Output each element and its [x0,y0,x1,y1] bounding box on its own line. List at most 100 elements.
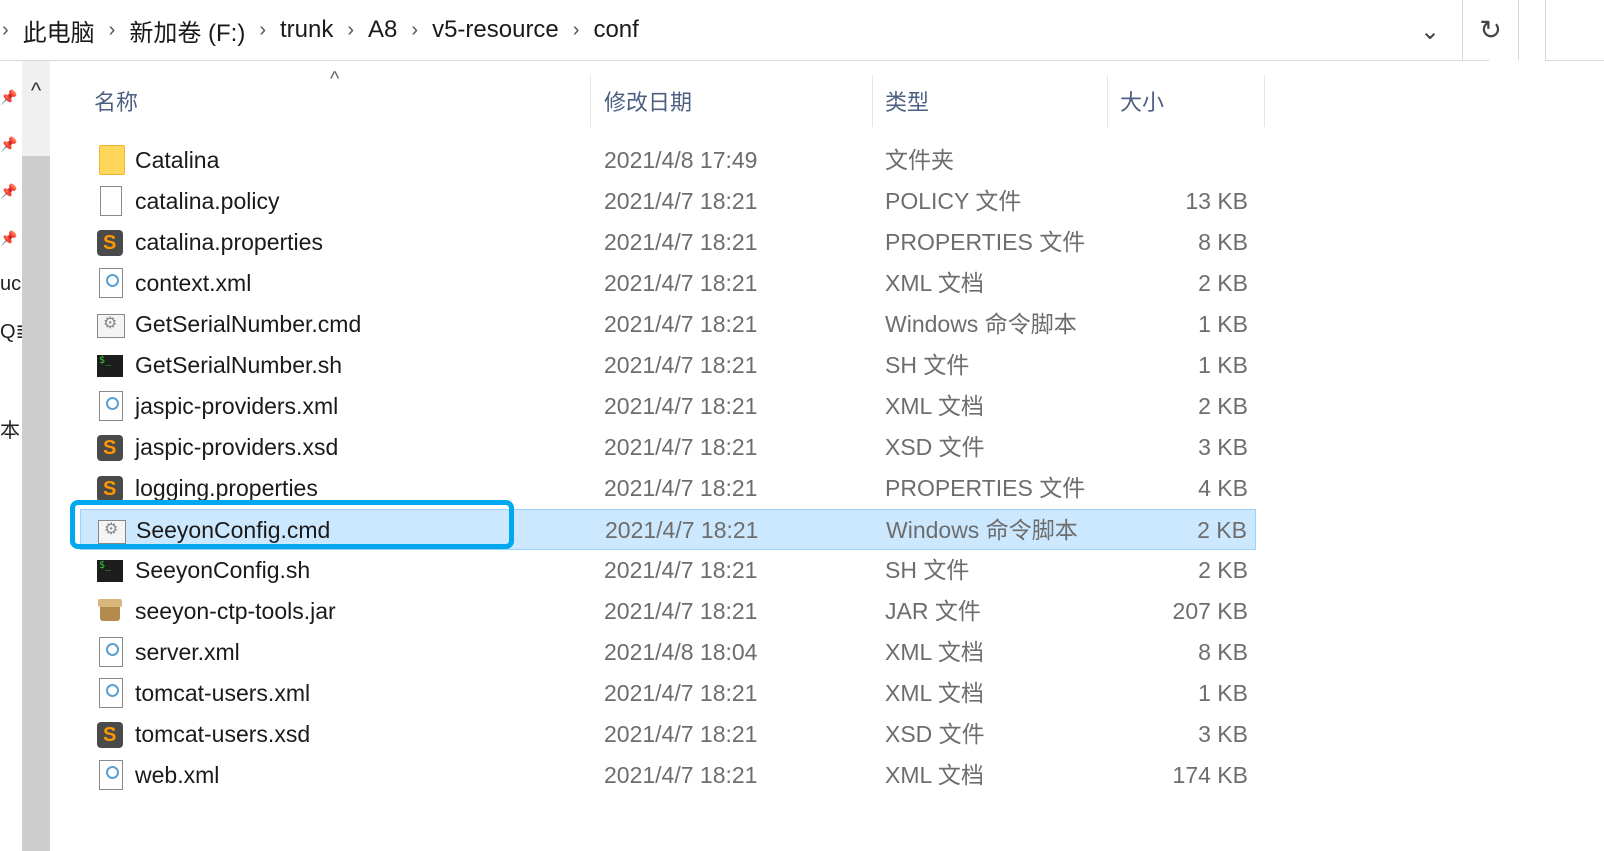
pin-icon[interactable]: 📌 [0,89,17,105]
address-bar[interactable]: › 此电脑 › 新加卷 (F:) › trunk › A8 › v5-resource › conf … [0,0,1489,61]
chevron-right-icon[interactable]: › [109,19,116,42]
file-name: Catalina [135,147,220,173]
file-type: Windows 命令脚本 [886,517,1078,543]
file-date: 2021/4/8 18:04 [604,639,758,665]
file-size: 1 KB [1198,680,1248,706]
nav-scrollbar-thumb[interactable] [22,156,50,851]
file-type: SH 文件 [885,557,970,583]
column-divider[interactable] [590,75,591,127]
jar-file-icon [96,597,124,625]
column-divider[interactable] [1264,75,1265,127]
highlight-annotation [70,500,514,549]
file-type: XML 文档 [885,270,984,296]
breadcrumb: › 此电脑 › 新加卷 (F:) › trunk › A8 › v5-resource › conf [0,0,639,60]
file-size: 2 KB [1197,517,1247,543]
search-box[interactable] [1545,0,1604,61]
chevron-right-icon[interactable]: › [411,19,418,42]
file-row[interactable]: tomcat-users.xsd 2021/4/7 18:21 XSD 文件 3 KB [80,714,1256,755]
file-row[interactable]: server.xml 2021/4/8 18:04 XML 文档 8 KB [80,632,1256,673]
sublime-file-icon [97,476,123,502]
file-date: 2021/4/7 18:21 [604,270,758,296]
file-row[interactable]: seeyon-ctp-tools.jar 2021/4/7 18:21 JAR 文件… [80,591,1256,632]
file-size: 8 KB [1198,639,1248,665]
sublime-file-icon [97,230,123,256]
file-date: 2021/4/7 18:21 [604,557,758,583]
file-row[interactable]: context.xml 2021/4/7 18:21 XML 文档 2 KB [80,263,1256,304]
file-date: 2021/4/7 18:21 [604,188,758,214]
file-size: 207 KB [1172,598,1248,624]
breadcrumb-item[interactable]: A8 [368,16,397,44]
file-size: 1 KB [1198,352,1248,378]
file-size: 3 KB [1198,721,1248,747]
file-row[interactable]: Catalina 2021/4/8 17:49 文件夹 [80,140,1256,181]
chevron-right-icon[interactable]: › [2,19,9,42]
file-row[interactable]: GetSerialNumber.cmd 2021/4/7 18:21 Windows… [80,304,1256,345]
refresh-icon[interactable]: ↻ [1462,0,1519,60]
file-date: 2021/4/7 18:21 [604,721,758,747]
chevron-right-icon[interactable]: › [259,19,266,42]
column-divider[interactable] [872,75,873,127]
file-type: JAR 文件 [885,598,981,624]
navigation-pane: 📌 📌 📌 📌 uc Q≣ 本 [0,61,22,851]
file-name: SeeyonConfig.sh [135,557,311,583]
xml-file-icon [99,760,123,790]
file-row[interactable]: jaspic-providers.xsd 2021/4/7 18:21 XSD 文件… [80,427,1256,468]
file-date: 2021/4/7 18:21 [604,311,758,337]
file-type: XML 文档 [885,639,984,665]
file-size: 2 KB [1198,557,1248,583]
xml-file-icon [99,678,123,708]
column-header-size[interactable]: 大小 [1120,75,1164,127]
file-type: 文件夹 [885,147,954,173]
breadcrumb-item[interactable]: 此电脑 [23,13,95,48]
file-type: PROPERTIES 文件 [885,475,1086,501]
file-date: 2021/4/7 18:21 [605,517,759,543]
file-row[interactable]: SeeyonConfig.sh 2021/4/7 18:21 SH 文件 2 KB [80,550,1256,591]
file-date: 2021/4/8 17:49 [604,147,758,173]
nav-item-fragment[interactable]: Q≣ [0,319,22,344]
nav-item-fragment[interactable]: 本 [0,414,22,443]
file-type: XSD 文件 [885,434,985,460]
sh-file-icon [97,355,123,377]
sublime-file-icon [97,722,123,748]
pin-icon[interactable]: 📌 [0,230,17,246]
column-header-type[interactable]: 类型 [885,75,929,127]
scroll-up-icon[interactable]: ^ [22,76,50,106]
chevron-right-icon[interactable]: › [347,19,354,42]
file-name: catalina.properties [135,229,323,255]
chevron-down-icon[interactable]: ⌄ [1410,14,1450,48]
file-row[interactable]: catalina.properties 2021/4/7 18:21 PROPERT… [80,222,1256,263]
file-row[interactable]: GetSerialNumber.sh 2021/4/7 18:21 SH 文件 1 K… [80,345,1256,386]
breadcrumb-item[interactable]: 新加卷 (F:) [129,13,245,48]
file-name: GetSerialNumber.cmd [135,311,362,337]
nav-item-fragment[interactable]: uc [0,273,22,296]
file-size: 13 KB [1185,188,1248,214]
file-name: context.xml [135,270,252,296]
file-type: XSD 文件 [885,721,985,747]
file-date: 2021/4/7 18:21 [604,229,758,255]
file-row[interactable]: jaspic-providers.xml 2021/4/7 18:21 XML 文档… [80,386,1256,427]
file-size: 2 KB [1198,270,1248,296]
file-row[interactable]: catalina.policy 2021/4/7 18:21 POLICY 文件 13… [80,181,1256,222]
file-size: 4 KB [1198,475,1248,501]
breadcrumb-item[interactable]: v5-resource [432,16,559,44]
sublime-file-icon [97,435,123,461]
column-header-name[interactable]: 名称 [94,75,138,127]
file-name: catalina.policy [135,188,280,214]
breadcrumb-item[interactable]: conf [593,16,638,44]
file-date: 2021/4/7 18:21 [604,598,758,624]
pin-icon[interactable]: 📌 [0,136,17,152]
file-row[interactable]: tomcat-users.xml 2021/4/7 18:21 XML 文档 1 KB [80,673,1256,714]
pin-icon[interactable]: 📌 [0,183,17,199]
column-header-date[interactable]: 修改日期 [604,75,692,127]
chevron-right-icon[interactable]: › [573,19,580,42]
file-name: tomcat-users.xml [135,680,311,706]
column-divider[interactable] [1107,75,1108,127]
file-row[interactable]: web.xml 2021/4/7 18:21 XML 文档 174 KB [80,755,1256,796]
breadcrumb-item[interactable]: trunk [280,16,333,44]
file-size: 8 KB [1198,229,1248,255]
file-date: 2021/4/7 18:21 [604,352,758,378]
file-size: 2 KB [1198,393,1248,419]
file-size: 3 KB [1198,434,1248,460]
file-size: 1 KB [1198,311,1248,337]
file-name: server.xml [135,639,240,665]
